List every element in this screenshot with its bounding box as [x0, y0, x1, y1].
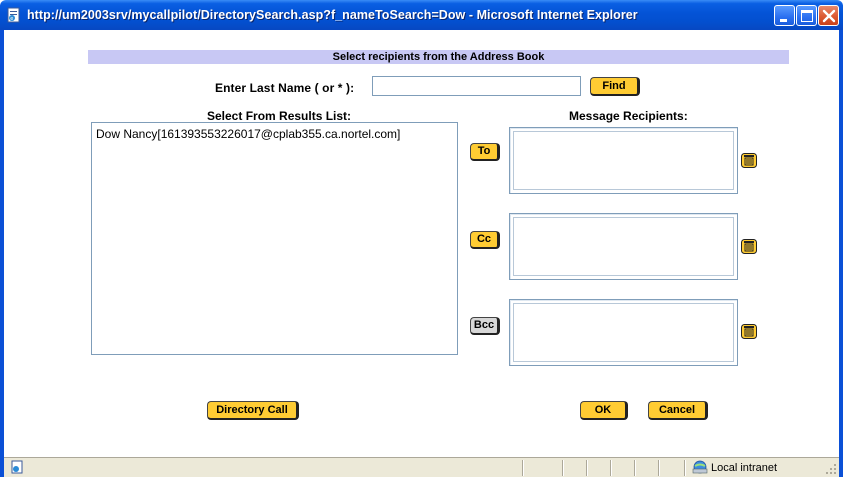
last-name-label: Enter Last Name ( or * ): — [215, 81, 355, 95]
close-icon — [822, 9, 836, 23]
status-divider — [522, 460, 523, 476]
trash-icon[interactable] — [740, 151, 758, 169]
to-recipients-field[interactable] — [513, 131, 734, 190]
maximize-button[interactable] — [796, 5, 817, 26]
cc-recipients-field[interactable] — [513, 217, 734, 276]
ok-button[interactable]: OK — [580, 401, 628, 420]
list-item[interactable]: Dow Nancy[161393553226017@cplab355.ca.no… — [96, 127, 400, 141]
minimize-icon — [780, 19, 787, 22]
minimize-button[interactable] — [774, 5, 795, 26]
status-divider — [658, 460, 659, 476]
window-frame-left — [0, 30, 4, 477]
title-bar[interactable]: e http://um2003srv/mycallpilot/Directory… — [0, 0, 843, 30]
security-zone-label: Local intranet — [711, 462, 778, 474]
local-intranet-icon — [692, 460, 708, 474]
message-recipients-label: Message Recipients: — [569, 109, 688, 123]
ie-page-icon — [10, 460, 24, 474]
last-name-input[interactable] — [372, 76, 581, 96]
resize-grip-icon[interactable] — [825, 463, 837, 475]
page-banner: Select recipients from the Address Book — [88, 50, 789, 64]
cc-button[interactable]: Cc — [470, 231, 500, 249]
results-list-label: Select From Results List: — [207, 109, 352, 123]
directory-call-button[interactable]: Directory Call — [207, 401, 299, 420]
bcc-recipients-box[interactable] — [509, 299, 738, 366]
to-recipients-box[interactable] — [509, 127, 738, 194]
find-button[interactable]: Find — [590, 77, 640, 96]
status-divider — [610, 460, 611, 476]
results-listbox[interactable]: Dow Nancy[161393553226017@cplab355.ca.no… — [91, 122, 458, 355]
window-frame-right — [839, 30, 843, 477]
to-button[interactable]: To — [470, 143, 500, 161]
close-button[interactable] — [818, 5, 839, 26]
cc-recipients-box[interactable] — [509, 213, 738, 280]
status-divider — [586, 460, 587, 476]
status-divider — [562, 460, 563, 476]
status-bar: Local intranet — [4, 457, 839, 477]
window-title: http://um2003srv/mycallpilot/DirectorySe… — [27, 8, 638, 22]
bcc-button[interactable]: Bcc — [470, 317, 500, 335]
status-divider — [634, 460, 635, 476]
trash-icon[interactable] — [740, 322, 758, 340]
bcc-recipients-field[interactable] — [513, 303, 734, 362]
status-divider — [684, 460, 685, 476]
maximize-icon — [801, 10, 813, 22]
svg-text:e: e — [10, 16, 13, 22]
ie-page-icon: e — [6, 7, 22, 23]
trash-icon[interactable] — [740, 237, 758, 255]
cancel-button[interactable]: Cancel — [648, 401, 708, 420]
